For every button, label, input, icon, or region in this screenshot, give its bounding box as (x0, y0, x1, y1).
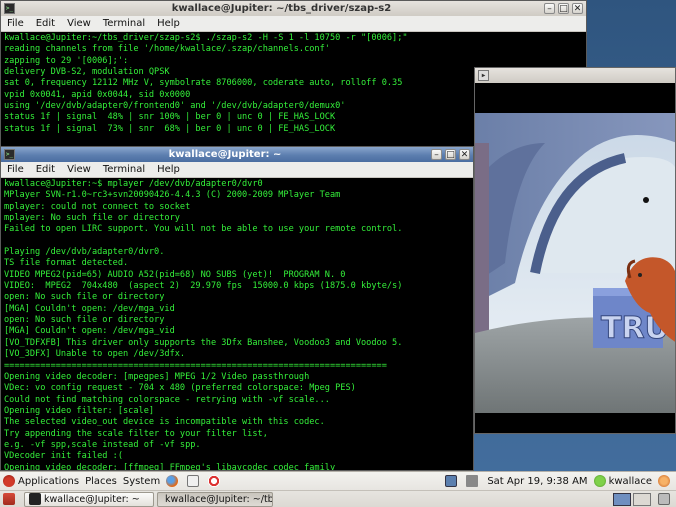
workspace-switcher[interactable] (610, 492, 655, 506)
terminal-line: mplayer: could not connect to socket (4, 201, 191, 212)
terminal-line: zapping to 29 '[0006];': (4, 55, 129, 66)
terminal-line: open: No such file or directory (4, 292, 165, 303)
terminal-line: kwallace@Jupiter:~$ mplayer /dev/dvb/ada… (4, 179, 263, 189)
terminal-line: Failed to open LIRC support. You will no… (4, 224, 403, 235)
terminal-line: VIDEO MPEG2(pid=65) AUDIO A52(pid=68) NO… (4, 269, 346, 280)
terminal-line: VIDEO: MPEG2 704x480 (aspect 2) 29.970 f… (4, 281, 403, 292)
minimize-button[interactable]: – (431, 149, 442, 160)
clock[interactable]: Sat Apr 19, 9:38 AM (484, 476, 590, 487)
workspace-2[interactable] (633, 492, 651, 506)
terminal-icon: >_ (4, 3, 15, 14)
terminal-line: Try appending the scale filter to your f… (4, 428, 268, 439)
mail-icon (187, 475, 200, 487)
menubar-szap: File Edit View Terminal Help (1, 16, 586, 32)
terminal-line: VDecoder init failed :( (4, 451, 123, 462)
terminal-line: Opening video decoder: [mpegpes] MPEG 1/… (4, 371, 310, 382)
speaker-icon (466, 475, 479, 487)
terminal-line: kwallace@Jupiter:~/tbs_driver/szap-s2$ .… (4, 33, 408, 43)
terminal-line: [VO_TDFXFB] This driver only supports th… (4, 337, 403, 348)
trash-icon (658, 493, 670, 505)
workspace-1[interactable] (613, 492, 631, 506)
terminal-line: TS file format detected. (4, 258, 129, 269)
help-icon (208, 475, 221, 487)
mplayer-video-window[interactable]: ▶ TRU (474, 67, 676, 434)
user-status-icon (593, 475, 606, 487)
shutdown-button[interactable] (655, 475, 676, 487)
places-menu[interactable]: Places (82, 476, 120, 487)
terminal-icon: >_ (4, 149, 15, 160)
menu-view[interactable]: View (61, 16, 97, 31)
user-switcher[interactable]: kwallace (591, 475, 655, 487)
menu-help[interactable]: Help (151, 162, 186, 177)
firefox-icon (166, 475, 179, 487)
show-desktop-icon (3, 493, 15, 505)
panel-top-row: Applications Places System Sat Apr 19, 9… (0, 473, 676, 489)
terminal-line: [MGA] Couldn't open: /dev/mga_vid (4, 303, 175, 314)
terminal-line: Opening video decoder: [ffmpeg] FFmpeg's… (4, 462, 336, 470)
terminal-line: VDec: vo config request - 704 x 480 (pre… (4, 383, 356, 394)
terminal-line: The selected video_out device is incompa… (4, 417, 325, 428)
titlebar-main[interactable]: >_ kwallace@Jupiter: ~ – □ ✕ (1, 147, 473, 162)
show-desktop-button[interactable] (0, 493, 21, 505)
window-title: kwallace@Jupiter: ~/tbs_driver/szap-s2 (171, 3, 392, 14)
taskbar-item-terminal-szap[interactable]: kwallace@Jupiter: ~/tb... (157, 491, 273, 507)
terminal-line: [VO_3DFX] Unable to open /dev/3dfx. (4, 349, 186, 360)
video-frame[interactable]: TRU (475, 83, 675, 433)
foot-icon (3, 475, 15, 487)
close-button[interactable]: ✕ (459, 149, 470, 160)
menu-terminal[interactable]: Terminal (97, 162, 151, 177)
terminal-line: [MGA] Couldn't open: /dev/mga_vid (4, 326, 175, 337)
minimize-button[interactable]: – (544, 3, 555, 14)
maximize-button[interactable]: □ (558, 3, 569, 14)
maximize-button[interactable]: □ (445, 149, 456, 160)
terminal-window-mplayer[interactable]: >_ kwallace@Jupiter: ~ – □ ✕ File Edit V… (0, 146, 474, 471)
menu-file[interactable]: File (1, 16, 30, 31)
menubar-main: File Edit View Terminal Help (1, 162, 473, 178)
video-picture: TRU (475, 83, 675, 433)
menu-edit[interactable]: Edit (30, 162, 61, 177)
menu-edit[interactable]: Edit (30, 16, 61, 31)
system-menu[interactable]: System (120, 476, 163, 487)
terminal-icon (29, 493, 41, 505)
terminal-line: reading channels from file '/home/kwalla… (4, 44, 330, 55)
volume-applet[interactable] (463, 475, 484, 487)
terminal-line: Opening video filter: [scale] (4, 405, 155, 416)
terminal-line: e.g. -vf spp,scale instead of -vf spp. (4, 439, 201, 450)
close-button[interactable]: ✕ (572, 3, 583, 14)
power-icon (658, 475, 670, 487)
trash-applet[interactable] (655, 493, 676, 505)
network-applet[interactable] (442, 475, 463, 487)
help-launcher[interactable] (205, 475, 226, 487)
terminal-line: mplayer: No such file or directory (4, 213, 180, 224)
gnome-panel: Applications Places System Sat Apr 19, 9… (0, 471, 676, 507)
menu-terminal[interactable]: Terminal (97, 16, 151, 31)
menu-help[interactable]: Help (151, 16, 186, 31)
menu-view[interactable]: View (61, 162, 97, 177)
window-title: kwallace@Jupiter: ~ (168, 149, 282, 160)
terminal-output-mplayer[interactable]: kwallace@Jupiter:~$ mplayer /dev/dvb/ada… (1, 178, 473, 470)
terminal-line: Playing /dev/dvb/adapter0/dvr0. (4, 247, 165, 258)
terminal-line: open: No such file or directory (4, 315, 165, 326)
network-icon (445, 475, 458, 487)
menu-file[interactable]: File (1, 162, 30, 177)
taskbar-item-terminal-home[interactable]: kwallace@Jupiter: ~ (24, 491, 154, 507)
firefox-launcher[interactable] (163, 475, 184, 487)
terminal-line: MPlayer SVN-r1.0~rc3+svn20090426-4.4.3 (… (4, 190, 341, 201)
mplayer-icon: ▶ (478, 70, 489, 81)
mail-launcher[interactable] (184, 475, 205, 487)
desktop: >_ kwallace@Jupiter: ~/tbs_driver/szap-s… (0, 0, 676, 507)
titlebar-mplayer[interactable]: ▶ (475, 68, 675, 83)
panel-bottom-row: kwallace@Jupiter: ~ kwallace@Jupiter: ~/… (0, 490, 676, 507)
terminal-line: ========================================… (4, 360, 387, 371)
applications-menu[interactable]: Applications (0, 475, 82, 487)
terminal-line: Could not find matching colorspace - ret… (4, 394, 330, 405)
titlebar-szap[interactable]: >_ kwallace@Jupiter: ~/tbs_driver/szap-s… (1, 1, 586, 16)
